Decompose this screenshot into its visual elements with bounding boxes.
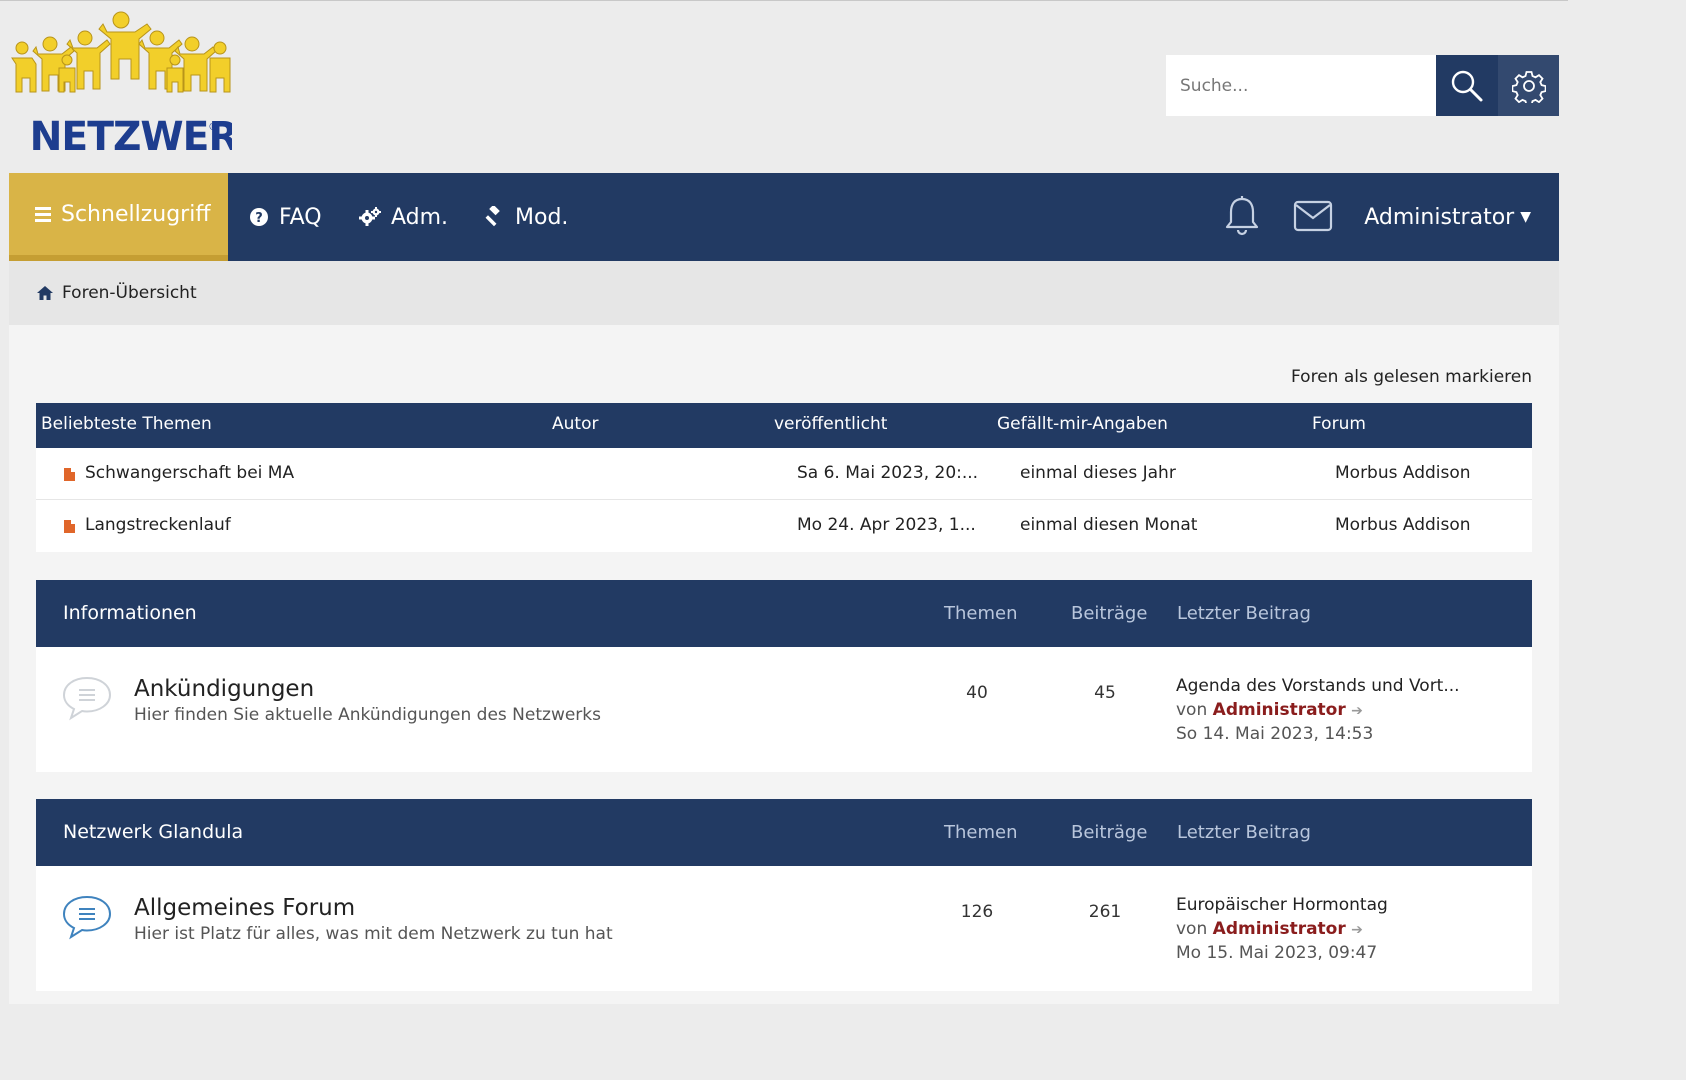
last-post-date: Mo 15. Mai 2023, 09:47 xyxy=(1176,943,1378,963)
nav-adm-label: Adm. xyxy=(391,204,449,230)
forum-description: Hier finden Sie aktuelle Ankündigungen d… xyxy=(134,705,602,725)
last-post-title-link[interactable]: Europäischer Hormontag xyxy=(1176,894,1388,918)
col-popular-topics: Beliebteste Themen xyxy=(41,414,212,434)
category-title[interactable]: Netzwerk Glandula xyxy=(63,821,243,843)
mark-forums-read-link[interactable]: Foren als gelesen markieren xyxy=(1291,367,1532,387)
last-post: Agenda des Vorstands und Vort... von Adm… xyxy=(1176,675,1460,747)
last-post-date: So 14. Mai 2023, 14:53 xyxy=(1176,724,1374,744)
forum-row: Allgemeines Forum Hier ist Platz für all… xyxy=(36,866,1532,991)
popular-topics-header: Beliebteste Themen Autor veröffentlicht … xyxy=(36,403,1532,448)
forum-link[interactable]: Morbus Addison xyxy=(1335,515,1471,535)
col-topics: Themen xyxy=(944,603,1018,624)
username-label: Administrator xyxy=(1364,204,1515,230)
goto-last-post-icon[interactable]: ➔ xyxy=(1351,703,1363,719)
col-published: veröffentlicht xyxy=(774,414,888,434)
advanced-search-button[interactable] xyxy=(1498,55,1559,116)
messages-button[interactable] xyxy=(1293,200,1333,236)
quick-access-label: Schnellzugriff xyxy=(61,201,211,227)
forum-description: Hier ist Platz für alles, was mit dem Ne… xyxy=(134,924,613,944)
col-forum: Forum xyxy=(1312,414,1366,434)
topic-link[interactable]: Schwangerschaft bei MA xyxy=(85,463,294,483)
forum-unread-icon xyxy=(62,895,112,940)
category-netzwerk-glandula: Netzwerk Glandula Themen Beiträge Letzte… xyxy=(36,799,1532,991)
forum-name-link[interactable]: Allgemeines Forum xyxy=(134,895,355,921)
hamburger-icon xyxy=(35,204,51,225)
notifications-button[interactable] xyxy=(1223,195,1261,241)
goto-last-post-icon[interactable]: ➔ xyxy=(1351,922,1363,938)
envelope-icon xyxy=(1293,200,1333,232)
bell-icon xyxy=(1225,196,1259,236)
registered-mark: ® xyxy=(208,120,219,133)
last-post-by: von xyxy=(1176,918,1208,939)
document-icon xyxy=(64,520,75,533)
col-last-post: Letzter Beitrag xyxy=(1177,822,1311,843)
gears-icon xyxy=(359,207,381,226)
main-content: Foren als gelesen markieren Beliebteste … xyxy=(9,325,1559,1004)
nav-mod-label: Mod. xyxy=(515,204,569,230)
nav-faq[interactable]: ? FAQ xyxy=(249,173,322,261)
category-informationen: Informationen Themen Beiträge Letzter Be… xyxy=(36,580,1532,772)
col-topics: Themen xyxy=(944,822,1018,843)
table-row: Langstreckenlauf Mo 24. Apr 2023, 1... e… xyxy=(36,500,1532,552)
last-post-user-link[interactable]: Administrator xyxy=(1213,919,1346,939)
last-post-by: von xyxy=(1176,699,1208,720)
likes-count: einmal diesen Monat xyxy=(1020,515,1198,535)
likes-count: einmal dieses Jahr xyxy=(1020,463,1176,483)
nav-mod[interactable]: Mod. xyxy=(483,173,568,261)
logo-graphic: NETZWERK ® xyxy=(11,11,271,160)
last-post-user-link[interactable]: Administrator xyxy=(1213,700,1346,720)
published-date: Sa 6. Mai 2023, 20:... xyxy=(797,463,979,483)
col-author: Autor xyxy=(552,414,599,434)
breadcrumb-home-link[interactable]: Foren-Übersicht xyxy=(62,283,197,303)
forum-read-icon xyxy=(62,676,112,721)
col-posts: Beiträge xyxy=(1071,603,1148,624)
posts-count: 261 xyxy=(1088,902,1122,922)
col-posts: Beiträge xyxy=(1071,822,1148,843)
topics-count: 40 xyxy=(966,683,988,703)
search-input[interactable] xyxy=(1166,55,1436,116)
breadcrumb: Foren-Übersicht xyxy=(9,261,1559,325)
logo-text: NETZWERK xyxy=(30,114,232,158)
nav-adm[interactable]: Adm. xyxy=(359,173,448,261)
gavel-icon xyxy=(485,206,500,227)
col-last-post: Letzter Beitrag xyxy=(1177,603,1311,624)
last-post: Europäischer Hormontag von Administrator… xyxy=(1176,894,1388,966)
col-likes: Gefällt-mir-Angaben xyxy=(997,414,1168,434)
netzwerk-logo[interactable]: NETZWERK ® xyxy=(10,8,271,160)
category-header: Netzwerk Glandula Themen Beiträge Letzte… xyxy=(36,799,1532,866)
forum-link[interactable]: Morbus Addison xyxy=(1335,463,1471,483)
posts-count: 45 xyxy=(1094,683,1116,703)
logo-wordmark: NETZWERK ® xyxy=(30,114,271,160)
search-button[interactable] xyxy=(1436,55,1498,116)
forum-name-link[interactable]: Ankündigungen xyxy=(134,676,314,702)
search-box xyxy=(1166,55,1559,116)
document-icon xyxy=(64,468,75,481)
topics-count: 126 xyxy=(960,902,994,922)
nav-faq-label: FAQ xyxy=(279,204,322,230)
question-circle-icon: ? xyxy=(250,208,268,226)
table-row: Schwangerschaft bei MA Sa 6. Mai 2023, 2… xyxy=(36,448,1532,500)
published-date: Mo 24. Apr 2023, 1... xyxy=(797,515,976,535)
topic-link[interactable]: Langstreckenlauf xyxy=(85,515,231,535)
top-border xyxy=(0,0,1568,1)
quick-access-menu[interactable]: Schnellzugriff xyxy=(9,173,228,261)
magnifier-icon xyxy=(1451,70,1483,101)
svg-text:?: ? xyxy=(255,211,263,226)
category-title[interactable]: Informationen xyxy=(63,602,197,624)
caret-down-icon: ▼ xyxy=(1520,209,1531,225)
user-menu[interactable]: Administrator ▼ xyxy=(1364,173,1531,261)
category-header: Informationen Themen Beiträge Letzter Be… xyxy=(36,580,1532,647)
main-navbar: Schnellzugriff ? FAQ Adm. Mod. Administr… xyxy=(9,173,1559,261)
gear-icon xyxy=(1511,70,1546,103)
forum-row: Ankündigungen Hier finden Sie aktuelle A… xyxy=(36,647,1532,772)
popular-topics-table: Beliebteste Themen Autor veröffentlicht … xyxy=(36,403,1532,552)
home-icon xyxy=(37,286,53,300)
last-post-title-link[interactable]: Agenda des Vorstands und Vort... xyxy=(1176,675,1460,699)
